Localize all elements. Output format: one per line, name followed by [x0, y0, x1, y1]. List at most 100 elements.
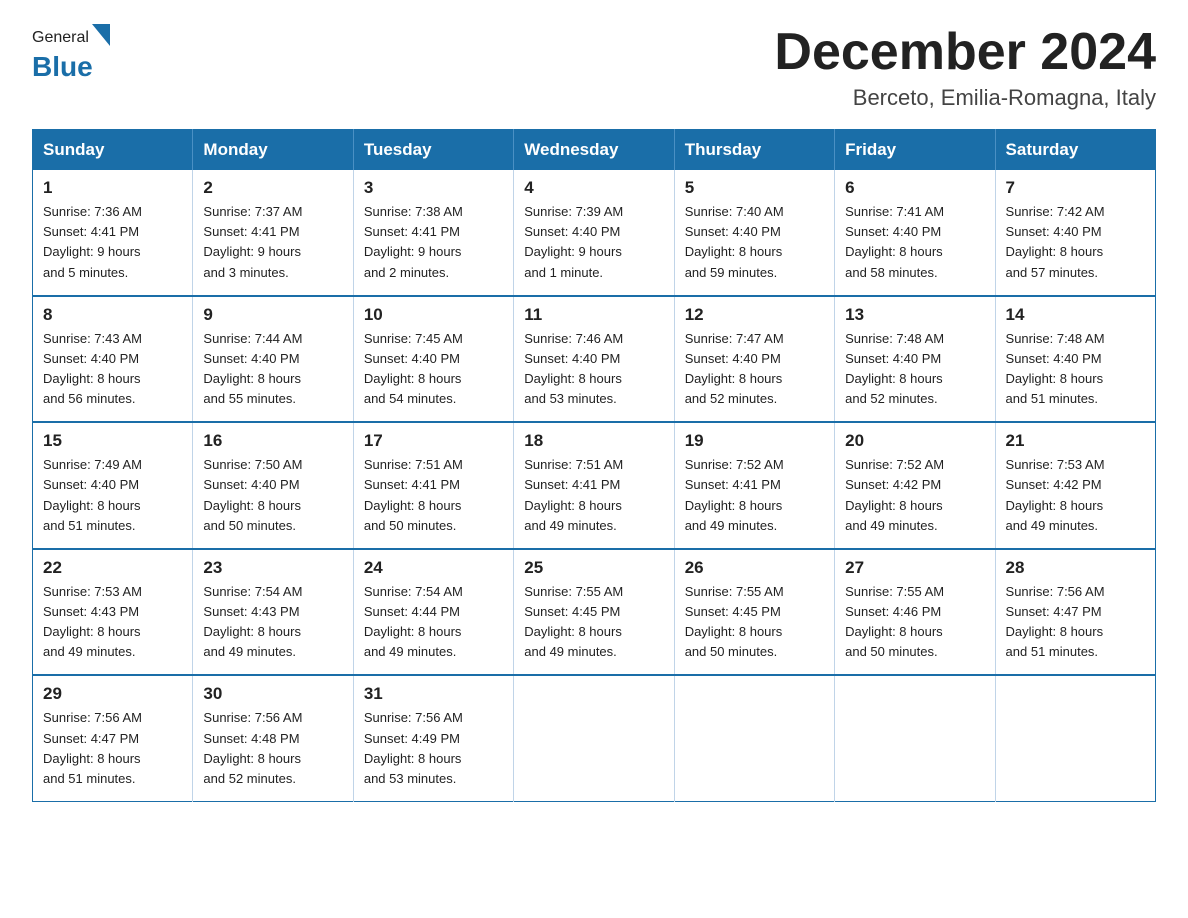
- day-info: Sunrise: 7:56 AMSunset: 4:47 PMDaylight:…: [43, 708, 182, 789]
- day-info: Sunrise: 7:52 AMSunset: 4:42 PMDaylight:…: [845, 455, 984, 536]
- logo-arrow-icon: [92, 24, 110, 46]
- table-row: 21Sunrise: 7:53 AMSunset: 4:42 PMDayligh…: [995, 422, 1155, 549]
- day-info: Sunrise: 7:37 AMSunset: 4:41 PMDaylight:…: [203, 202, 342, 283]
- day-info: Sunrise: 7:39 AMSunset: 4:40 PMDaylight:…: [524, 202, 663, 283]
- day-info: Sunrise: 7:51 AMSunset: 4:41 PMDaylight:…: [364, 455, 503, 536]
- table-row: 2Sunrise: 7:37 AMSunset: 4:41 PMDaylight…: [193, 170, 353, 296]
- table-row: [514, 675, 674, 801]
- day-info: Sunrise: 7:38 AMSunset: 4:41 PMDaylight:…: [364, 202, 503, 283]
- col-wednesday: Wednesday: [514, 130, 674, 171]
- calendar-week-row: 22 Sunrise: 7:53 AMSunset: 4:43 PMDayligh…: [33, 549, 1156, 676]
- calendar-week-row: 1Sunrise: 7:36 AMSunset: 4:41 PMDaylight…: [33, 170, 1156, 296]
- table-row: 27Sunrise: 7:55 AMSunset: 4:46 PMDayligh…: [835, 549, 995, 676]
- day-info: Sunrise: 7:51 AMSunset: 4:41 PMDaylight:…: [524, 455, 663, 536]
- table-row: [674, 675, 834, 801]
- day-info: Sunrise: 7:44 AMSunset: 4:40 PMDaylight:…: [203, 329, 342, 410]
- day-info: Sunrise: 7:53 AMSunset: 4:42 PMDaylight:…: [1006, 455, 1145, 536]
- day-number: 18: [524, 431, 663, 451]
- day-number: 26: [685, 558, 824, 578]
- table-row: 26 Sunrise: 7:55 AMSunset: 4:45 PMDayligh…: [674, 549, 834, 676]
- table-row: 3Sunrise: 7:38 AMSunset: 4:41 PMDaylight…: [353, 170, 513, 296]
- day-info: Sunrise: 7:42 AMSunset: 4:40 PMDaylight:…: [1006, 202, 1145, 283]
- day-number: 11: [524, 305, 663, 325]
- day-info: Sunrise: 7:54 AMSunset: 4:43 PMDaylight:…: [203, 582, 342, 663]
- table-row: 14 Sunrise: 7:48 AMSunset: 4:40 PMDayligh…: [995, 296, 1155, 423]
- location-title: Berceto, Emilia-Romagna, Italy: [774, 85, 1156, 111]
- table-row: 4Sunrise: 7:39 AMSunset: 4:40 PMDaylight…: [514, 170, 674, 296]
- day-number: 31: [364, 684, 503, 704]
- logo-general-text: General: [32, 29, 89, 47]
- day-number: 25: [524, 558, 663, 578]
- day-info: Sunrise: 7:48 AMSunset: 4:40 PMDaylight:…: [1006, 329, 1145, 410]
- table-row: 29 Sunrise: 7:56 AMSunset: 4:47 PMDayligh…: [33, 675, 193, 801]
- day-number: 16: [203, 431, 342, 451]
- day-number: 29: [43, 684, 182, 704]
- day-number: 28: [1006, 558, 1145, 578]
- calendar-body: 1Sunrise: 7:36 AMSunset: 4:41 PMDaylight…: [33, 170, 1156, 801]
- day-info: Sunrise: 7:54 AMSunset: 4:44 PMDaylight:…: [364, 582, 503, 663]
- day-number: 17: [364, 431, 503, 451]
- day-number: 23: [203, 558, 342, 578]
- table-row: 22 Sunrise: 7:53 AMSunset: 4:43 PMDayligh…: [33, 549, 193, 676]
- day-number: 13: [845, 305, 984, 325]
- day-number: 1: [43, 178, 182, 198]
- day-info: Sunrise: 7:49 AMSunset: 4:40 PMDaylight:…: [43, 455, 182, 536]
- table-row: [835, 675, 995, 801]
- table-row: [995, 675, 1155, 801]
- calendar-table: Sunday Monday Tuesday Wednesday Thursday…: [32, 129, 1156, 802]
- day-info: Sunrise: 7:45 AMSunset: 4:40 PMDaylight:…: [364, 329, 503, 410]
- day-info: Sunrise: 7:41 AMSunset: 4:40 PMDaylight:…: [845, 202, 984, 283]
- day-info: Sunrise: 7:55 AMSunset: 4:45 PMDaylight:…: [685, 582, 824, 663]
- month-title: December 2024: [774, 24, 1156, 81]
- col-thursday: Thursday: [674, 130, 834, 171]
- day-number: 12: [685, 305, 824, 325]
- table-row: 30Sunrise: 7:56 AMSunset: 4:48 PMDayligh…: [193, 675, 353, 801]
- day-number: 5: [685, 178, 824, 198]
- table-row: 17 Sunrise: 7:51 AMSunset: 4:41 PMDayligh…: [353, 422, 513, 549]
- logo-blue-text: Blue: [32, 51, 93, 82]
- table-row: 24 Sunrise: 7:54 AMSunset: 4:44 PMDayligh…: [353, 549, 513, 676]
- day-number: 30: [203, 684, 342, 704]
- day-number: 7: [1006, 178, 1145, 198]
- table-row: 6 Sunrise: 7:41 AMSunset: 4:40 PMDaylight…: [835, 170, 995, 296]
- table-row: 7 Sunrise: 7:42 AMSunset: 4:40 PMDaylight…: [995, 170, 1155, 296]
- table-row: 23 Sunrise: 7:54 AMSunset: 4:43 PMDayligh…: [193, 549, 353, 676]
- col-saturday: Saturday: [995, 130, 1155, 171]
- day-info: Sunrise: 7:55 AMSunset: 4:45 PMDaylight:…: [524, 582, 663, 663]
- table-row: 15 Sunrise: 7:49 AMSunset: 4:40 PMDayligh…: [33, 422, 193, 549]
- day-info: Sunrise: 7:50 AMSunset: 4:40 PMDaylight:…: [203, 455, 342, 536]
- calendar-header-row: Sunday Monday Tuesday Wednesday Thursday…: [33, 130, 1156, 171]
- col-tuesday: Tuesday: [353, 130, 513, 171]
- table-row: 19 Sunrise: 7:52 AMSunset: 4:41 PMDayligh…: [674, 422, 834, 549]
- table-row: 31 Sunrise: 7:56 AMSunset: 4:49 PMDayligh…: [353, 675, 513, 801]
- day-number: 24: [364, 558, 503, 578]
- day-number: 6: [845, 178, 984, 198]
- table-row: 9Sunrise: 7:44 AMSunset: 4:40 PMDaylight…: [193, 296, 353, 423]
- day-info: Sunrise: 7:47 AMSunset: 4:40 PMDaylight:…: [685, 329, 824, 410]
- table-row: 20Sunrise: 7:52 AMSunset: 4:42 PMDayligh…: [835, 422, 995, 549]
- day-info: Sunrise: 7:52 AMSunset: 4:41 PMDaylight:…: [685, 455, 824, 536]
- day-number: 14: [1006, 305, 1145, 325]
- table-row: 16 Sunrise: 7:50 AMSunset: 4:40 PMDayligh…: [193, 422, 353, 549]
- day-info: Sunrise: 7:46 AMSunset: 4:40 PMDaylight:…: [524, 329, 663, 410]
- table-row: 11 Sunrise: 7:46 AMSunset: 4:40 PMDayligh…: [514, 296, 674, 423]
- table-row: 28 Sunrise: 7:56 AMSunset: 4:47 PMDayligh…: [995, 549, 1155, 676]
- table-row: 5Sunrise: 7:40 AMSunset: 4:40 PMDaylight…: [674, 170, 834, 296]
- title-area: December 2024 Berceto, Emilia-Romagna, I…: [774, 24, 1156, 111]
- day-number: 22: [43, 558, 182, 578]
- col-friday: Friday: [835, 130, 995, 171]
- table-row: 10 Sunrise: 7:45 AMSunset: 4:40 PMDayligh…: [353, 296, 513, 423]
- day-info: Sunrise: 7:56 AMSunset: 4:47 PMDaylight:…: [1006, 582, 1145, 663]
- table-row: 1Sunrise: 7:36 AMSunset: 4:41 PMDaylight…: [33, 170, 193, 296]
- calendar-week-row: 8Sunrise: 7:43 AMSunset: 4:40 PMDaylight…: [33, 296, 1156, 423]
- day-info: Sunrise: 7:56 AMSunset: 4:49 PMDaylight:…: [364, 708, 503, 789]
- table-row: 8Sunrise: 7:43 AMSunset: 4:40 PMDaylight…: [33, 296, 193, 423]
- day-number: 10: [364, 305, 503, 325]
- logo: General Blue: [32, 24, 110, 83]
- day-number: 19: [685, 431, 824, 451]
- calendar-week-row: 29 Sunrise: 7:56 AMSunset: 4:47 PMDayligh…: [33, 675, 1156, 801]
- day-number: 27: [845, 558, 984, 578]
- day-number: 15: [43, 431, 182, 451]
- day-info: Sunrise: 7:53 AMSunset: 4:43 PMDaylight:…: [43, 582, 182, 663]
- table-row: 25 Sunrise: 7:55 AMSunset: 4:45 PMDayligh…: [514, 549, 674, 676]
